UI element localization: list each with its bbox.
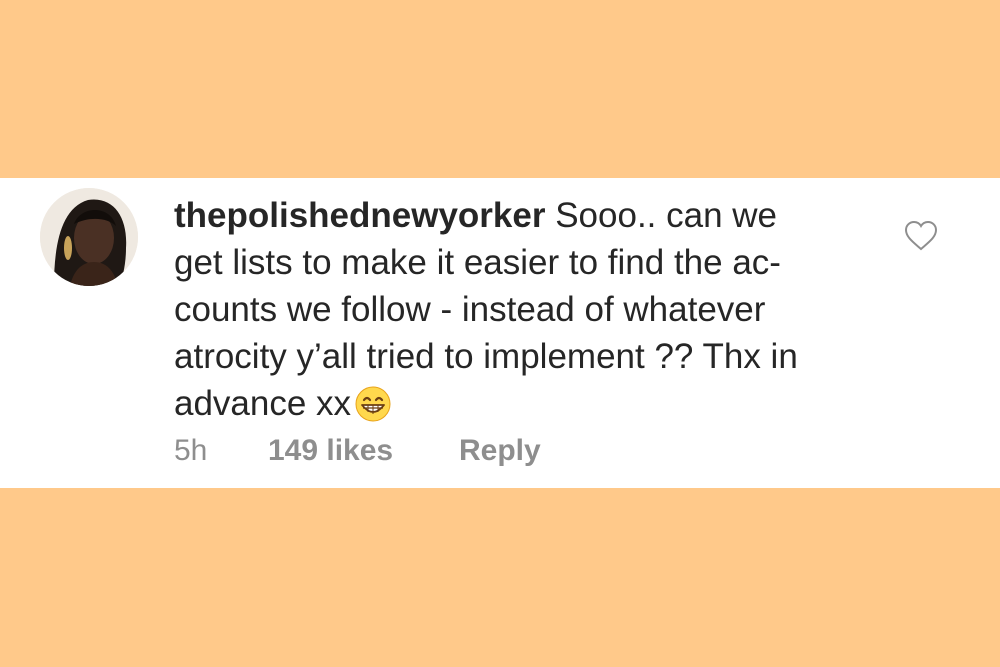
heart-outline-icon[interactable] bbox=[904, 220, 938, 252]
comment-line: atrocity y’all tried to implement ?? Thx… bbox=[174, 337, 798, 376]
reply-button[interactable]: Reply bbox=[459, 433, 541, 469]
comment-card: thepolishednewyorker Sooo.. can we get l… bbox=[0, 178, 1000, 488]
comment-text-fragment: Sooo.. can we bbox=[545, 196, 778, 235]
likes-count-button[interactable]: 149 likes bbox=[268, 433, 393, 469]
comment-line: counts we follow - instead of whatever bbox=[174, 290, 766, 329]
comment-line: thepolishednewyorker Sooo.. can we bbox=[174, 192, 874, 239]
comment-timestamp: 5h bbox=[174, 434, 208, 467]
comment-text-fragment: advance xx bbox=[174, 384, 352, 423]
comment-text: thepolishednewyorker Sooo.. can we get l… bbox=[174, 192, 874, 427]
comment-line: get lists to make it easier to find the … bbox=[174, 243, 781, 282]
avatar-photo bbox=[40, 188, 138, 286]
username-link[interactable]: thepolishednewyorker bbox=[174, 196, 545, 235]
comment-line: advance xx bbox=[174, 380, 874, 427]
grinning-face-emoji-icon bbox=[355, 386, 391, 422]
avatar[interactable] bbox=[40, 188, 138, 286]
